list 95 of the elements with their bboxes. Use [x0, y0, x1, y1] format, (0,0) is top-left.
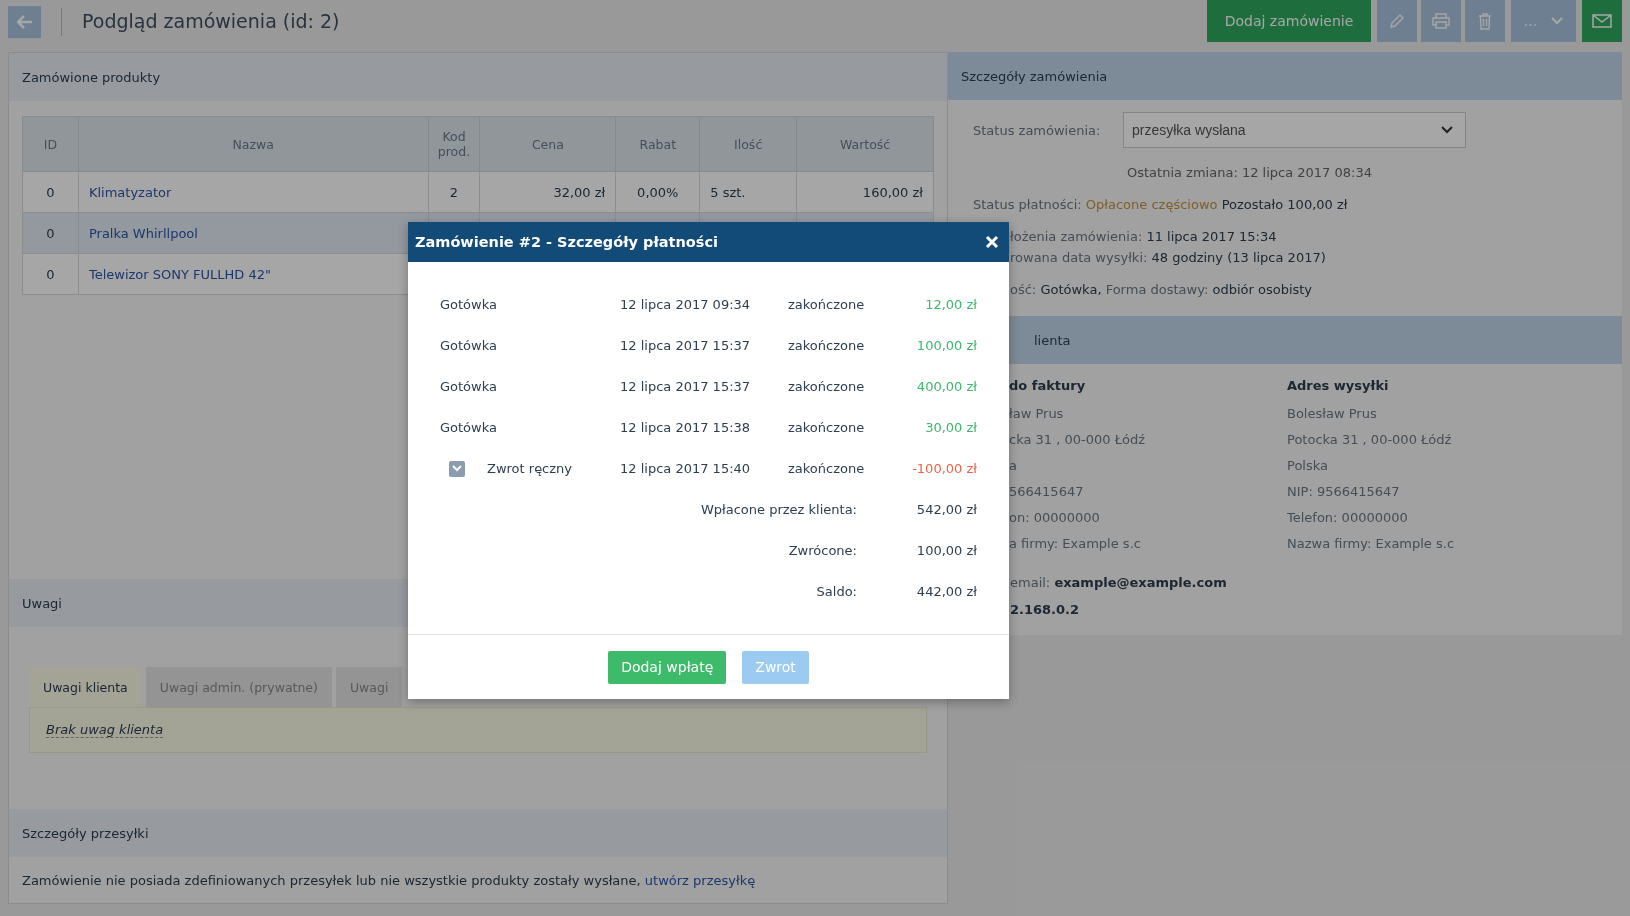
section-header: Zamówione produkty	[9, 53, 947, 101]
table-cell: 0,00%	[637, 184, 679, 200]
payment-status: zakończone	[788, 297, 866, 312]
payment-status: zakończone	[788, 379, 866, 394]
table-cell: 160,00 zł	[862, 184, 923, 200]
printer-icon	[1432, 13, 1450, 29]
payment-date: 12 lipca 2017 15:40	[620, 461, 752, 476]
section-header: Szczegóły zamówienia	[948, 52, 1622, 100]
payment-date: 12 lipca 2017 15:37	[620, 379, 752, 394]
notes-tab[interactable]: Uwagi	[335, 667, 403, 707]
chevron-down-icon	[452, 465, 462, 472]
contact-line: email: example@example.com	[1010, 575, 1227, 590]
table-cell: 2	[449, 184, 459, 200]
detail-line: rowana data wysyłki: 48 godziny (13 lipca 2017)	[1010, 250, 1326, 265]
detail-line: łożenia zamówienia: 11 lipca 2017 15:34	[1010, 229, 1277, 244]
payment-method: Gotówka	[440, 338, 497, 353]
field-label: Status zamówienia:	[973, 122, 1102, 138]
address-line: Polska	[1287, 457, 1329, 475]
address-line: Bolesław Prus	[1287, 405, 1378, 423]
last-change-text: Ostatnia zmiana: 12 lipca 2017 08:34	[1127, 165, 1373, 180]
empty-notes-text: Brak uwag klienta	[46, 722, 164, 738]
address-line: Telefon: 00000000	[1287, 509, 1409, 527]
column-header: ID	[22, 116, 79, 172]
caret-icon	[1551, 17, 1564, 25]
column-header: Ilość	[699, 116, 797, 172]
close-icon	[985, 235, 999, 249]
payment-status: zakończone	[788, 420, 866, 435]
column-header: Kod prod.	[428, 116, 480, 172]
payment-date: 12 lipca 2017 09:34	[620, 297, 752, 312]
address-line: 566415647	[1009, 483, 1085, 501]
payment-date: 12 lipca 2017 15:37	[620, 338, 752, 353]
contact-line: 2.168.0.2	[1010, 602, 1080, 617]
status-select[interactable]: przesyłka wysłana	[1123, 112, 1466, 148]
payment-method: Gotówka	[440, 297, 497, 312]
payment-status: zakończone	[788, 461, 866, 476]
payment-method: Zwrot ręczny	[487, 461, 573, 476]
table-cell: 5 szt.	[710, 184, 746, 200]
edit-button[interactable]	[1377, 0, 1417, 42]
address-line: a	[1009, 457, 1018, 475]
envelope-icon	[1592, 14, 1612, 28]
payment-amount: -100,00 zł	[911, 461, 977, 476]
address-line: Potocka 31 , 00-000 Łódź	[1287, 431, 1453, 449]
payment-method: Gotówka	[440, 420, 497, 435]
product-link[interactable]: Telewizor SONY FULLHD 42"	[88, 266, 271, 282]
address-line: Nazwa firmy: Example s.c	[1287, 535, 1456, 553]
delete-button[interactable]	[1465, 0, 1505, 42]
shipment-message: Zamówienie nie posiada zdefiniowanych przesyłek lub nie wszystkie produkty zostały wysłane, utwórz przesyłkę	[22, 872, 756, 888]
back-arrow-icon	[16, 15, 33, 29]
back-button[interactable]	[8, 6, 41, 38]
summary-label: Wpłacone przez klienta:	[700, 502, 857, 517]
payment-amount: 100,00 zł	[915, 338, 977, 353]
summary-label: Zwrócone:	[788, 543, 857, 558]
email-button[interactable]	[1582, 0, 1622, 42]
column-header: Cena	[480, 116, 616, 172]
section-header: Szczegóły przesyłki	[9, 809, 947, 857]
product-link[interactable]: Klimatyzator	[88, 184, 172, 200]
address-line: cka 31 , 00-000 Łódź	[1009, 431, 1146, 449]
page-title: Podgląd zamówienia (id: 2)	[82, 10, 340, 32]
summary-value: 100,00 zł	[915, 543, 977, 558]
address-line: ław Prus	[1009, 405, 1065, 423]
payment-method: Gotówka	[440, 379, 497, 394]
payment-status: zakończone	[788, 338, 866, 353]
column-header: Nazwa	[78, 116, 428, 172]
address-line: on: 00000000	[1009, 509, 1101, 527]
detail-line: Status płatności: Opłacone częściowo Pozostało 100,00 zł	[973, 197, 1348, 212]
payment-amount: 400,00 zł	[915, 379, 977, 394]
trash-icon	[1478, 12, 1492, 30]
table-cell: 32,00 zł	[553, 184, 606, 200]
column-header: Rabat	[615, 116, 700, 172]
address-line: NIP: 9566415647	[1287, 483, 1401, 501]
summary-value: 542,00 zł	[915, 502, 977, 517]
column-header: Wartość	[796, 116, 934, 172]
payment-amount: 30,00 zł	[924, 420, 977, 435]
create-shipment-link[interactable]: utwórz przesyłkę	[644, 872, 756, 888]
add-order-button[interactable]: Dodaj zamówienie	[1207, 0, 1371, 42]
print-button[interactable]	[1421, 0, 1461, 42]
summary-label: Saldo:	[816, 584, 857, 599]
address-line: a firmy: Example s.c	[1009, 535, 1142, 553]
table-cell: 0	[46, 266, 55, 282]
payment-date: 12 lipca 2017 15:38	[620, 420, 752, 435]
dialog-title: Zamówienie #2 - Szczegóły płatności	[415, 234, 719, 250]
dialog-button[interactable]: Dodaj wpłatę	[608, 650, 727, 684]
close-button[interactable]	[983, 233, 1001, 251]
detail-line: ość: Gotówka, Forma dostawy: odbiór osobisty	[1010, 282, 1313, 297]
product-link[interactable]: Pralka Whirllpool	[88, 225, 198, 241]
table-cell: 0	[46, 225, 55, 241]
expand-toggle[interactable]	[449, 460, 465, 477]
pencil-icon	[1389, 13, 1405, 29]
notes-tab[interactable]: Uwagi klienta	[29, 667, 142, 707]
address-heading: do faktury	[1009, 378, 1087, 393]
payment-amount: 12,00 zł	[924, 297, 977, 312]
address-heading: Adres wysyłki	[1287, 378, 1390, 393]
caret-icon	[1441, 126, 1453, 134]
table-cell: 0	[46, 184, 55, 200]
notes-tab[interactable]: Uwagi admin. (prywatne)	[145, 667, 332, 707]
